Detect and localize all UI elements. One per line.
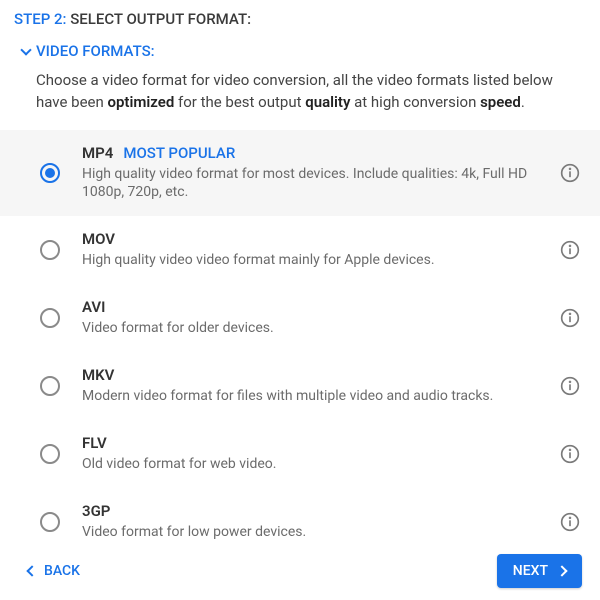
format-desc: Modern video format for files with multi… bbox=[82, 387, 538, 406]
format-name: MP4 bbox=[82, 144, 113, 162]
info-icon[interactable] bbox=[560, 163, 580, 183]
format-text: AVI Video format for older devices. bbox=[82, 298, 538, 338]
format-title: MKV bbox=[82, 366, 538, 384]
section-toggle-video-formats[interactable]: VIDEO FORMATS: bbox=[0, 34, 600, 70]
back-button[interactable]: BACK bbox=[18, 555, 90, 587]
radio-mp4[interactable] bbox=[40, 163, 60, 183]
chevron-right-icon bbox=[556, 565, 567, 576]
info-icon[interactable] bbox=[560, 308, 580, 328]
back-button-label: BACK bbox=[44, 563, 80, 579]
format-text: MP4 MOST POPULAR High quality video format… bbox=[82, 144, 538, 203]
info-icon[interactable] bbox=[560, 376, 580, 396]
format-title: AVI bbox=[82, 298, 538, 316]
format-desc: High quality video video format mainly f… bbox=[82, 251, 538, 270]
format-row-avi[interactable]: AVI Video format for older devices. bbox=[0, 284, 600, 352]
format-row-mp4[interactable]: MP4 MOST POPULAR High quality video format… bbox=[0, 130, 600, 217]
scroll-area[interactable]: VIDEO FORMATS: Choose a video format for… bbox=[0, 34, 600, 556]
format-text: MKV Modern video format for files with mu… bbox=[82, 366, 538, 406]
format-badge: MOST POPULAR bbox=[123, 144, 235, 162]
next-button[interactable]: NEXT bbox=[497, 554, 582, 588]
format-name: AVI bbox=[82, 298, 105, 316]
format-title: FLV bbox=[82, 434, 538, 452]
footer: BACK NEXT bbox=[0, 542, 600, 600]
format-name: MKV bbox=[82, 366, 114, 384]
step-number: STEP 2: bbox=[14, 10, 66, 28]
format-text: 3GP Video format for low power devices. bbox=[82, 502, 538, 542]
section-title-label: VIDEO FORMATS: bbox=[36, 42, 155, 60]
next-button-label: NEXT bbox=[513, 563, 548, 579]
format-text: MOV High quality video video format mainl… bbox=[82, 230, 538, 270]
format-title: 3GP bbox=[82, 502, 538, 520]
radio-mkv[interactable] bbox=[40, 376, 60, 396]
format-row-flv[interactable]: FLV Old video format for web video. bbox=[0, 420, 600, 488]
chevron-down-icon bbox=[20, 44, 31, 55]
radio-3gp[interactable] bbox=[40, 512, 60, 532]
format-title: MOV bbox=[82, 230, 538, 248]
info-icon[interactable] bbox=[560, 512, 580, 532]
format-name: MOV bbox=[82, 230, 115, 248]
format-title: MP4 MOST POPULAR bbox=[82, 144, 538, 162]
format-name: FLV bbox=[82, 434, 107, 452]
format-text: FLV Old video format for web video. bbox=[82, 434, 538, 474]
info-icon[interactable] bbox=[560, 444, 580, 464]
step-header: STEP 2: SELECT OUTPUT FORMAT: bbox=[0, 0, 600, 34]
info-icon[interactable] bbox=[560, 240, 580, 260]
chevron-left-icon bbox=[26, 565, 37, 576]
format-row-mov[interactable]: MOV High quality video video format mainl… bbox=[0, 216, 600, 284]
format-desc: High quality video format for most devic… bbox=[82, 165, 538, 203]
format-desc: Old video format for web video. bbox=[82, 455, 538, 474]
radio-mov[interactable] bbox=[40, 240, 60, 260]
radio-avi[interactable] bbox=[40, 308, 60, 328]
format-name: 3GP bbox=[82, 502, 110, 520]
format-desc: Video format for older devices. bbox=[82, 319, 538, 338]
radio-flv[interactable] bbox=[40, 444, 60, 464]
step-title: SELECT OUTPUT FORMAT: bbox=[70, 10, 251, 28]
format-list: MP4 MOST POPULAR High quality video format… bbox=[0, 130, 600, 556]
format-row-mkv[interactable]: MKV Modern video format for files with mu… bbox=[0, 352, 600, 420]
section-description: Choose a video format for video conversi… bbox=[0, 70, 600, 130]
format-desc: Video format for low power devices. bbox=[82, 523, 538, 542]
